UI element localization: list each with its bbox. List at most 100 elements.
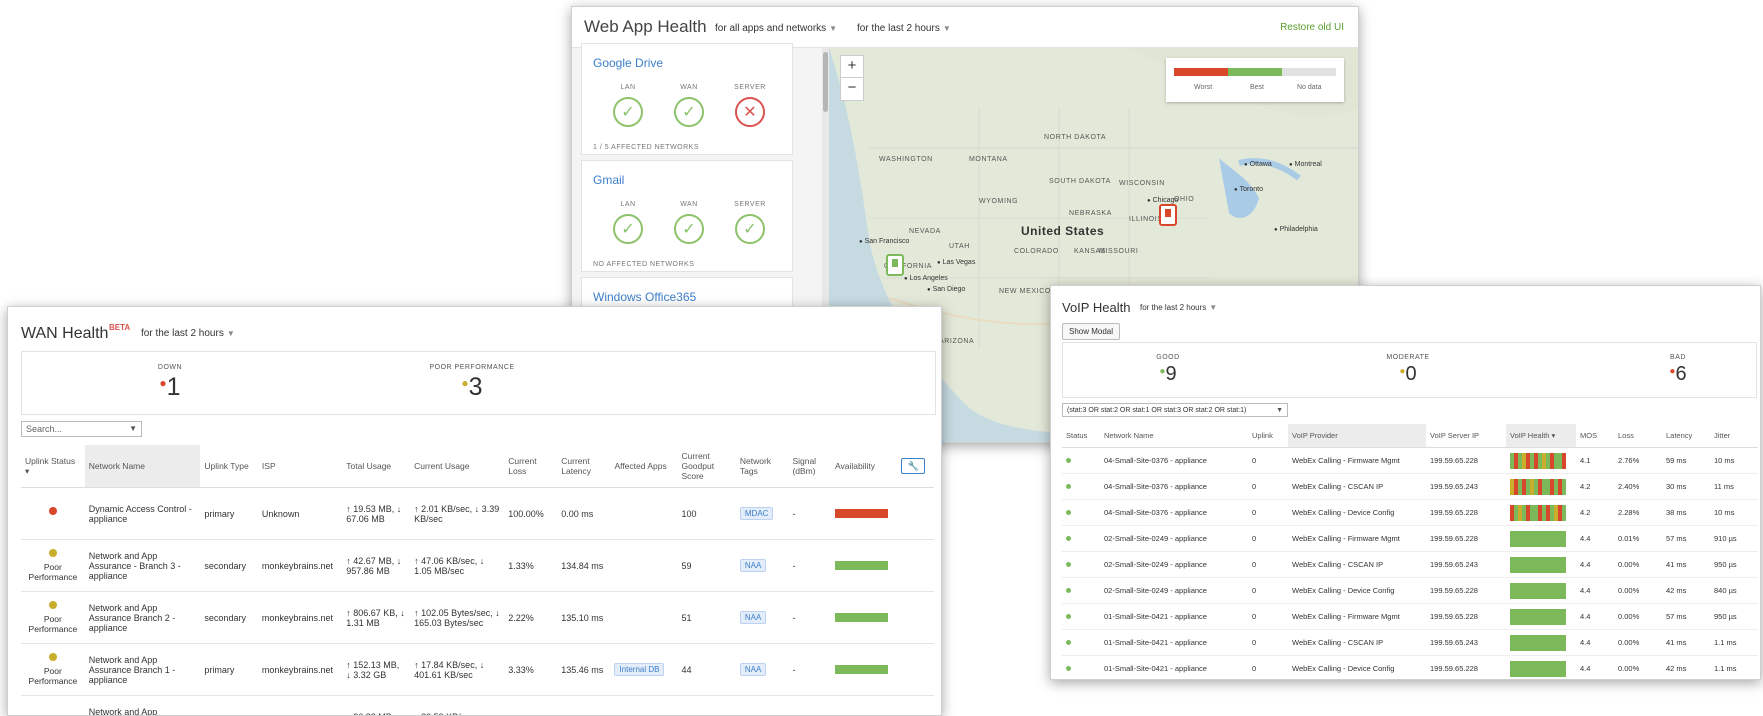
column-header[interactable]: Current Goodput Score xyxy=(677,445,736,488)
region-label: MONTANA xyxy=(969,156,1008,163)
status-cell xyxy=(1062,655,1100,679)
summary-poor-performance[interactable]: POOR PERFORMANCE ●3 xyxy=(392,364,552,402)
app-card[interactable]: Google Drive LAN ✓ WAN ✓ SERVER ✕ 1 / 5 AFFECTE… xyxy=(581,43,793,155)
table-row[interactable]: 02-Small-Site-0249 - appliance 0 WebEx Cal… xyxy=(1062,551,1758,578)
loss-cell: 2.28% xyxy=(1614,499,1662,526)
network-tag[interactable]: MDAC xyxy=(739,507,774,520)
table-row[interactable]: 02-Small-Site-0249 - appliance 0 WebEx Cal… xyxy=(1062,577,1758,604)
show-modal-button[interactable]: Show Modal xyxy=(1062,323,1121,340)
table-row[interactable]: Network and App Assurance - Branch 3 - a… xyxy=(21,695,934,715)
network-name-cell[interactable]: 04-Small-Site-0376 - appliance xyxy=(1100,447,1248,474)
wan-health-title: WAN Health xyxy=(21,325,109,342)
voip-status-filter[interactable]: (stat:3 OR stat:2 OR stat:1 OR stat:3 OR… xyxy=(1062,403,1288,417)
network-pin-green[interactable] xyxy=(886,254,904,276)
table-row[interactable]: 01-Small-Site-0421 - appliance 0 WebEx Cal… xyxy=(1062,603,1758,630)
table-row[interactable]: 01-Small-Site-0421 - appliance 0 WebEx Cal… xyxy=(1062,629,1758,656)
zoom-out-button[interactable]: − xyxy=(840,77,864,101)
network-name-cell[interactable]: Dynamic Access Control - appliance xyxy=(84,487,201,540)
voip-provider-cell: WebEx Calling - Firmware Mgmt xyxy=(1288,603,1426,630)
column-header[interactable]: Uplink Status ▾ xyxy=(21,445,85,488)
network-name-cell[interactable]: 04-Small-Site-0376 - appliance xyxy=(1100,499,1248,526)
column-header[interactable]: Signal (dBm) xyxy=(788,445,832,488)
app-card[interactable]: Gmail LAN ✓ WAN ✓ SERVER ✓ NO AFFECTED NETWORKS xyxy=(581,160,793,272)
column-header[interactable]: Current Loss xyxy=(504,445,558,488)
app-name-link[interactable]: Gmail xyxy=(593,173,624,187)
table-row[interactable]: Dynamic Access Control - appliance primar… xyxy=(21,487,934,540)
column-header[interactable]: Network Name xyxy=(84,445,201,488)
column-header[interactable]: ISP xyxy=(257,445,343,488)
column-header[interactable]: MOS xyxy=(1576,424,1614,448)
column-header[interactable]: Network Name xyxy=(1100,424,1248,448)
table-row[interactable]: 01-Small-Site-0421 - appliance 0 WebEx Cal… xyxy=(1062,655,1758,679)
row-spacer xyxy=(897,643,934,696)
network-name-cell[interactable]: 02-Small-Site-0249 - appliance xyxy=(1100,551,1248,578)
app-name-link[interactable]: Google Drive xyxy=(593,56,663,70)
network-name-cell[interactable]: Network and App Assurance Branch 1 - app… xyxy=(84,643,201,696)
scrollbar-thumb[interactable] xyxy=(823,52,828,112)
network-name-cell[interactable]: Network and App Assurance - Branch 3 - a… xyxy=(84,695,201,715)
column-header[interactable]: Network Tags xyxy=(735,445,789,488)
column-header[interactable]: VoIP Server IP xyxy=(1426,424,1506,448)
mos-cell: 4.2 xyxy=(1576,473,1614,500)
network-name-cell[interactable]: Network and App Assurance Branch 2 - app… xyxy=(84,591,201,644)
region-label: ILLINOIS xyxy=(1129,216,1163,223)
network-name-cell[interactable]: 01-Small-Site-0421 - appliance xyxy=(1100,629,1248,656)
column-header[interactable]: VoIP Provider xyxy=(1288,424,1426,448)
column-header[interactable]: Loss xyxy=(1614,424,1662,448)
table-row[interactable]: 04-Small-Site-0376 - appliance 0 WebEx Cal… xyxy=(1062,447,1758,474)
network-name-cell[interactable]: Network and App Assurance - Branch 3 - a… xyxy=(84,539,201,592)
city-dot-icon: ● xyxy=(937,260,941,266)
network-name-cell[interactable]: 01-Small-Site-0421 - appliance xyxy=(1100,603,1248,630)
table-row[interactable]: Poor Performance Network and App Assuranc… xyxy=(21,539,934,592)
column-header[interactable]: Jitter xyxy=(1710,424,1758,448)
table-row[interactable]: Poor Performance Network and App Assuranc… xyxy=(21,643,934,696)
network-name-cell[interactable]: 01-Small-Site-0421 - appliance xyxy=(1100,655,1248,679)
table-row[interactable]: 04-Small-Site-0376 - appliance 0 WebEx Cal… xyxy=(1062,473,1758,500)
summary-good[interactable]: GOOD ●9 xyxy=(1113,354,1223,386)
check-circle-icon: ✓ xyxy=(674,97,704,127)
scope-filter-dropdown[interactable]: for all apps and networks ▼ xyxy=(715,23,837,34)
voip-table-body: 04-Small-Site-0376 - appliance 0 WebEx Cal… xyxy=(1062,447,1758,679)
column-header[interactable]: Uplink Type xyxy=(200,445,258,488)
column-header[interactable]: VoIP Health ▾ xyxy=(1506,424,1576,448)
summary-down[interactable]: DOWN ●1 xyxy=(100,364,240,402)
check-wan: WAN ✓ xyxy=(659,201,719,244)
table-row[interactable]: Poor Performance Network and App Assuranc… xyxy=(21,591,934,644)
wrench-icon[interactable]: 🔧 xyxy=(901,458,926,474)
network-pin-red[interactable] xyxy=(1159,204,1177,226)
total-usage-cell: ↑ 19.53 MB, ↓ 67.06 MB xyxy=(342,487,411,540)
column-header[interactable]: Status xyxy=(1062,424,1100,448)
network-name-cell[interactable]: 02-Small-Site-0249 - appliance xyxy=(1100,525,1248,552)
column-header[interactable]: Availability xyxy=(831,445,898,488)
wan-time-filter-dropdown[interactable]: for the last 2 hours ▼ xyxy=(141,328,235,339)
time-filter-dropdown[interactable]: for the last 2 hours ▼ xyxy=(857,23,951,34)
wan-search-input[interactable]: Search... ▼ xyxy=(21,421,142,437)
zoom-in-button[interactable]: + xyxy=(840,55,864,79)
latency-cell: 57 ms xyxy=(1662,603,1710,630)
network-name-cell[interactable]: 04-Small-Site-0376 - appliance xyxy=(1100,473,1248,500)
voip-time-filter-dropdown[interactable]: for the last 2 hours ▼ xyxy=(1140,303,1217,312)
voip-provider-cell: WebEx Calling - CSCAN IP xyxy=(1288,629,1426,656)
column-header[interactable]: Current Usage xyxy=(410,445,505,488)
network-name-cell[interactable]: 02-Small-Site-0249 - appliance xyxy=(1100,577,1248,604)
column-header[interactable]: Latency xyxy=(1662,424,1710,448)
network-tag[interactable]: NAA xyxy=(739,611,767,624)
table-row[interactable]: 04-Small-Site-0376 - appliance 0 WebEx Cal… xyxy=(1062,499,1758,526)
restore-old-ui-link[interactable]: Restore old UI xyxy=(1280,22,1344,33)
total-usage-cell: ↑ 806.67 KB, ↓ 1.31 MB xyxy=(342,591,411,644)
uplink-cell: 0 xyxy=(1248,577,1288,604)
table-row[interactable]: 02-Small-Site-0249 - appliance 0 WebEx Cal… xyxy=(1062,525,1758,552)
column-header[interactable]: Uplink xyxy=(1248,424,1288,448)
jitter-cell: 1.1 ms xyxy=(1710,629,1758,656)
column-header[interactable]: Current Latency xyxy=(557,445,611,488)
summary-moderate[interactable]: MODERATE ●0 xyxy=(1353,354,1463,386)
column-header[interactable]: Affected Apps xyxy=(610,445,678,488)
network-tag[interactable]: NAA xyxy=(739,559,767,572)
column-header[interactable]: Total Usage xyxy=(342,445,411,488)
check-lan: LAN ✓ xyxy=(598,84,658,127)
network-tag[interactable]: NAA xyxy=(739,663,767,676)
summary-bad[interactable]: BAD ●6 xyxy=(1623,354,1733,386)
affected-app-tag[interactable]: Internal DB xyxy=(614,663,665,676)
voip-time-filter-label: for the last 2 hours xyxy=(1140,303,1207,312)
app-name-link[interactable]: Windows Office365 xyxy=(593,290,696,304)
